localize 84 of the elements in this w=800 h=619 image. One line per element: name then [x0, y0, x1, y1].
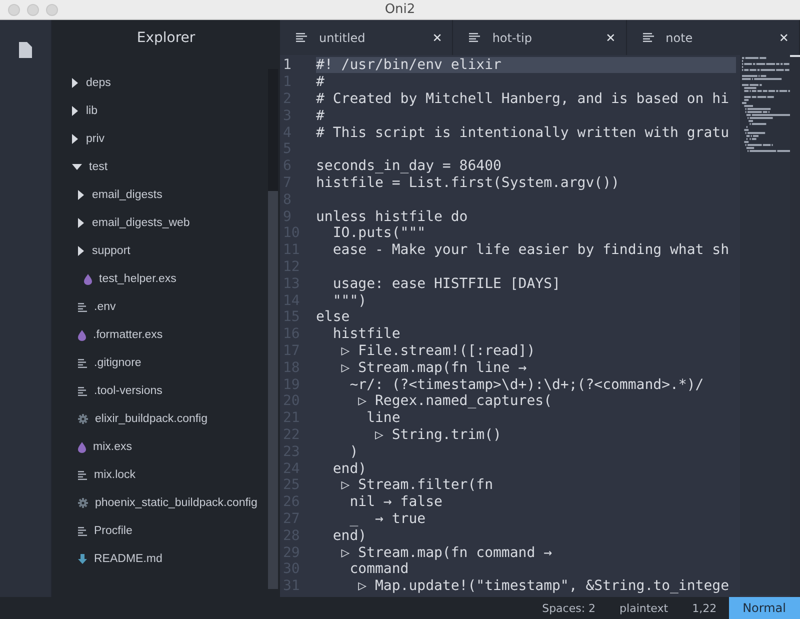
line-number: 1: [282, 57, 292, 74]
zoom-window-button[interactable]: [46, 4, 58, 16]
code-line: ▷ Stream.filter(fn: [340, 477, 494, 494]
code-line: """): [332, 292, 367, 309]
mode-indicator: Normal: [728, 597, 800, 619]
code-line: unless histfile do: [316, 208, 468, 225]
code-line: ▷ String.trim(): [374, 426, 502, 443]
code-line: usage: ease HISTFILE [DAYS]: [332, 276, 560, 292]
close-button[interactable]: ✕: [432, 30, 442, 44]
folder-item[interactable]: lib: [52, 97, 268, 125]
folder-item[interactable]: email_digests_web: [52, 209, 268, 237]
editor-tab[interactable]: note ✕: [626, 20, 800, 55]
lines-icon: [642, 33, 654, 42]
file-item[interactable]: .tool-versions: [52, 377, 268, 405]
arrow-down-icon: [78, 554, 87, 564]
gear-icon: [78, 498, 88, 508]
scrollbar[interactable]: [268, 69, 278, 589]
close-button[interactable]: ✕: [606, 30, 616, 44]
code-line: ease - Make your life easier by finding what sh: [332, 242, 730, 258]
file-item[interactable]: phoenix_static_buildpack.config: [52, 489, 268, 517]
status-item: Spaces: 2: [541, 600, 597, 616]
caret-right-icon: [78, 246, 85, 256]
caret-right-icon: [78, 218, 85, 228]
file-item[interactable]: .gitignore: [52, 349, 268, 377]
lines-icon: [78, 526, 87, 536]
lines-icon: [78, 470, 87, 480]
caret-right-icon: [72, 134, 79, 144]
close-window-button[interactable]: [8, 4, 20, 16]
drop-icon: [78, 442, 86, 452]
code-line: else: [316, 309, 350, 326]
folder-item[interactable]: email_digests: [52, 181, 268, 209]
caret-down-icon: [72, 164, 82, 170]
window-title: Oni2: [384, 2, 416, 17]
drop-icon: [84, 274, 92, 284]
gear-icon: [78, 414, 88, 424]
file-item[interactable]: mix.exs: [52, 433, 268, 461]
file-item[interactable]: test_helper.exs: [52, 265, 268, 293]
status-item: plaintext: [618, 600, 670, 616]
code-line: end): [332, 528, 367, 544]
file-item[interactable]: .formatter.exs: [52, 321, 268, 349]
caret-right-icon: [72, 78, 79, 88]
scrollbar[interactable]: [790, 55, 800, 597]
code-line: # Created by Mitchell Hanberg, and is based on hi: [316, 90, 730, 107]
lines-icon: [78, 302, 87, 312]
code-line: ▷ Stream.map(fn command →: [340, 544, 552, 560]
code-line: ▷ Regex.named_captures(: [357, 393, 552, 410]
file-item[interactable]: elixir_buildpack.config: [52, 405, 268, 433]
lines-icon: [78, 358, 87, 368]
folder-item[interactable]: priv: [52, 125, 268, 153]
code-line: line: [366, 410, 400, 426]
file-icon[interactable]: [19, 42, 32, 58]
close-button[interactable]: ✕: [778, 30, 789, 44]
code-line: # This script is intentionally written with gratu: [316, 124, 730, 141]
code-line: ▷ Map.update!("timestamp", &String.to_intege: [357, 578, 730, 594]
code-line: histfile = List.first(System.argv()): [316, 174, 620, 191]
code-line: #: [316, 74, 324, 90]
minimize-window-button[interactable]: [27, 4, 39, 16]
code-line: ): [348, 444, 358, 460]
folder-item[interactable]: test: [52, 153, 268, 181]
code-line: command: [348, 561, 409, 578]
code-line: nil → false: [348, 494, 442, 510]
code-line: _ → true: [348, 510, 426, 527]
caret-right-icon: [78, 190, 85, 200]
code-line: IO.puts(""": [332, 225, 426, 242]
code-line: end): [332, 460, 367, 477]
caret-right-icon: [72, 106, 79, 116]
code-line: ▷ File.stream!([:read]): [340, 342, 536, 359]
code-line: #: [316, 108, 324, 124]
lines-icon: [296, 33, 307, 42]
code-line: histfile: [332, 326, 400, 342]
explorer-title: Explorer: [136, 30, 196, 46]
file-item[interactable]: mix.lock: [52, 461, 268, 489]
file-item[interactable]: Procfile: [52, 517, 268, 545]
drop-icon: [78, 330, 86, 340]
file-item[interactable]: .env: [52, 293, 268, 321]
code-line: ~r/: (?<timestamp>\d+):\d+;(?<command>.*)/: [348, 376, 704, 393]
lines-icon: [78, 386, 87, 396]
folder-item[interactable]: support: [52, 237, 268, 265]
folder-item[interactable]: deps: [52, 69, 268, 97]
code-line: seconds_in_day = 86400: [316, 158, 502, 174]
lines-icon: [469, 33, 480, 42]
status-item: 1,22: [691, 600, 718, 616]
code-line: ▷ Stream.map(fn line →: [340, 360, 527, 376]
file-item[interactable]: README.md: [52, 545, 268, 573]
